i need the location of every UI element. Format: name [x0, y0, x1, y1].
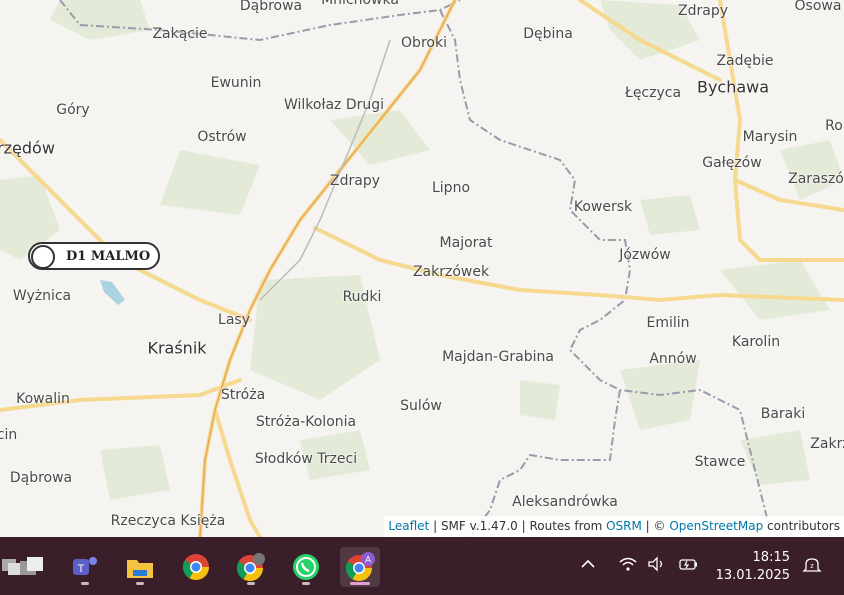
place-zakacie: Zakącie — [152, 26, 208, 42]
place-annow: Annów — [649, 351, 697, 367]
place-dabrowa: Dąbrowa — [9, 470, 73, 486]
place-krasnik: Kraśnik — [147, 338, 207, 358]
place-majorat: Majorat — [439, 235, 493, 251]
attribution-text-2: | © — [641, 519, 670, 533]
chrome-incognito-icon — [236, 553, 265, 582]
volume-icon[interactable] — [647, 556, 667, 576]
file-explorer-button[interactable] — [120, 547, 160, 587]
place-sulow: Sulów — [400, 398, 442, 414]
chrome-button[interactable] — [176, 547, 216, 587]
place-cin: cin — [0, 427, 18, 443]
chevron-up-icon[interactable] — [580, 556, 596, 576]
place-zakrz: Zakrz — [810, 436, 844, 452]
place-zakrzowek: Zakrzówek — [412, 264, 490, 280]
place-slodkow: Słodków Trzeci — [254, 451, 358, 467]
openstreetmap-link[interactable]: OpenStreetMap — [669, 519, 763, 533]
place-stroza-kolonia: Stróża-Kolonia — [255, 414, 357, 430]
place-majdan-grabina: Majdan-Grabina — [442, 349, 554, 365]
place-wilkolaz: Wilkołaz Drugi — [283, 97, 385, 113]
place-bychawa: Bychawa — [696, 77, 770, 97]
place-baraki: Baraki — [760, 406, 806, 422]
place-debina: Dębina — [523, 26, 573, 42]
place-dabrowa-top: Dąbrowa — [239, 0, 303, 14]
notification-icon[interactable]: z — [802, 556, 822, 578]
map-view[interactable]: Dąbrowa Mnichówka Zakącie Obroki Dębina … — [0, 0, 844, 537]
place-lipno: Lipno — [431, 180, 471, 196]
place-mnichowka: Mnichówka — [321, 0, 399, 8]
marker-label: D1 MALMO — [66, 249, 151, 264]
system-clock[interactable]: 18:15 13.01.2025 — [716, 549, 790, 585]
chrome-profile-button[interactable]: A — [340, 547, 380, 587]
teams-indicator — [81, 582, 89, 585]
marker-circle-icon — [31, 245, 55, 269]
place-urzedow: rzędów — [0, 138, 55, 158]
place-obroki: Obroki — [401, 35, 447, 51]
place-lasy: Lasy — [218, 312, 250, 328]
osrm-link[interactable]: OSRM — [606, 519, 642, 533]
task-view-icon-2 — [20, 557, 43, 575]
place-jozwow: Józwów — [619, 247, 671, 263]
teams-button[interactable]: T — [65, 547, 105, 587]
place-zaraszow: Zaraszó — [788, 171, 844, 187]
svg-text:T: T — [78, 563, 85, 575]
place-osowa: Osowa — [794, 0, 842, 14]
taskbar: T A 18:15 13.01.2025 z — [0, 537, 844, 595]
explorer-indicator — [136, 582, 144, 585]
chrome-incognito-button[interactable] — [231, 547, 271, 587]
folder-icon — [127, 560, 153, 578]
place-aleksandrowka: Aleksandrówka — [512, 494, 618, 510]
vehicle-marker[interactable]: D1 MALMO — [28, 242, 160, 270]
svg-text:z: z — [810, 563, 814, 570]
wifi-icon[interactable] — [618, 556, 638, 576]
place-ro: Ro — [825, 118, 843, 134]
place-zdrapy: Zdrapy — [330, 173, 380, 189]
whatsapp-button[interactable] — [286, 547, 326, 587]
battery-icon[interactable] — [678, 556, 700, 576]
teams-icon: T — [73, 557, 97, 575]
place-emilin: Emilin — [646, 315, 690, 331]
place-kowalin: Kowalin — [16, 391, 70, 407]
map-attribution: Leaflet | SMF v.1.47.0 | Routes from OSR… — [384, 516, 844, 537]
whatsapp-icon — [293, 554, 319, 580]
place-ostrow: Ostrów — [197, 129, 247, 145]
task-view-button-2[interactable] — [12, 547, 52, 587]
place-galezow: Gałęzów — [702, 155, 762, 171]
chrome-profile-icon: A — [345, 552, 375, 582]
attribution-text-3: contributors — [763, 519, 840, 533]
place-gory: Góry — [56, 102, 90, 118]
clock-date: 13.01.2025 — [715, 568, 790, 583]
clock-time: 18:15 — [752, 550, 790, 565]
attribution-text-1: | SMF v.1.47.0 | Routes from — [429, 519, 607, 533]
place-leczyca: Łęczyca — [624, 85, 682, 101]
place-stawce: Stawce — [694, 454, 746, 470]
place-zadebie: Zadębie — [716, 53, 774, 69]
place-karolin: Karolin — [731, 334, 781, 350]
place-stroza: Stróża — [220, 387, 266, 403]
profile-badge: A — [365, 555, 371, 565]
place-rzeczyca: Rzeczyca Księża — [110, 513, 226, 529]
chrome-icon — [182, 554, 210, 581]
leaflet-link[interactable]: Leaflet — [388, 519, 429, 533]
chrome-profile-indicator — [350, 582, 370, 585]
whatsapp-indicator — [302, 582, 310, 585]
place-wyznica: Wyżnica — [12, 288, 72, 304]
place-kowersk: Kowersk — [573, 199, 633, 215]
place-rudki: Rudki — [342, 289, 382, 305]
chrome-incognito-indicator — [247, 582, 255, 585]
place-marysin: Marysin — [742, 129, 798, 145]
place-zdrapy-ne: Zdrapy — [678, 3, 728, 19]
place-ewunin: Ewunin — [210, 75, 262, 91]
